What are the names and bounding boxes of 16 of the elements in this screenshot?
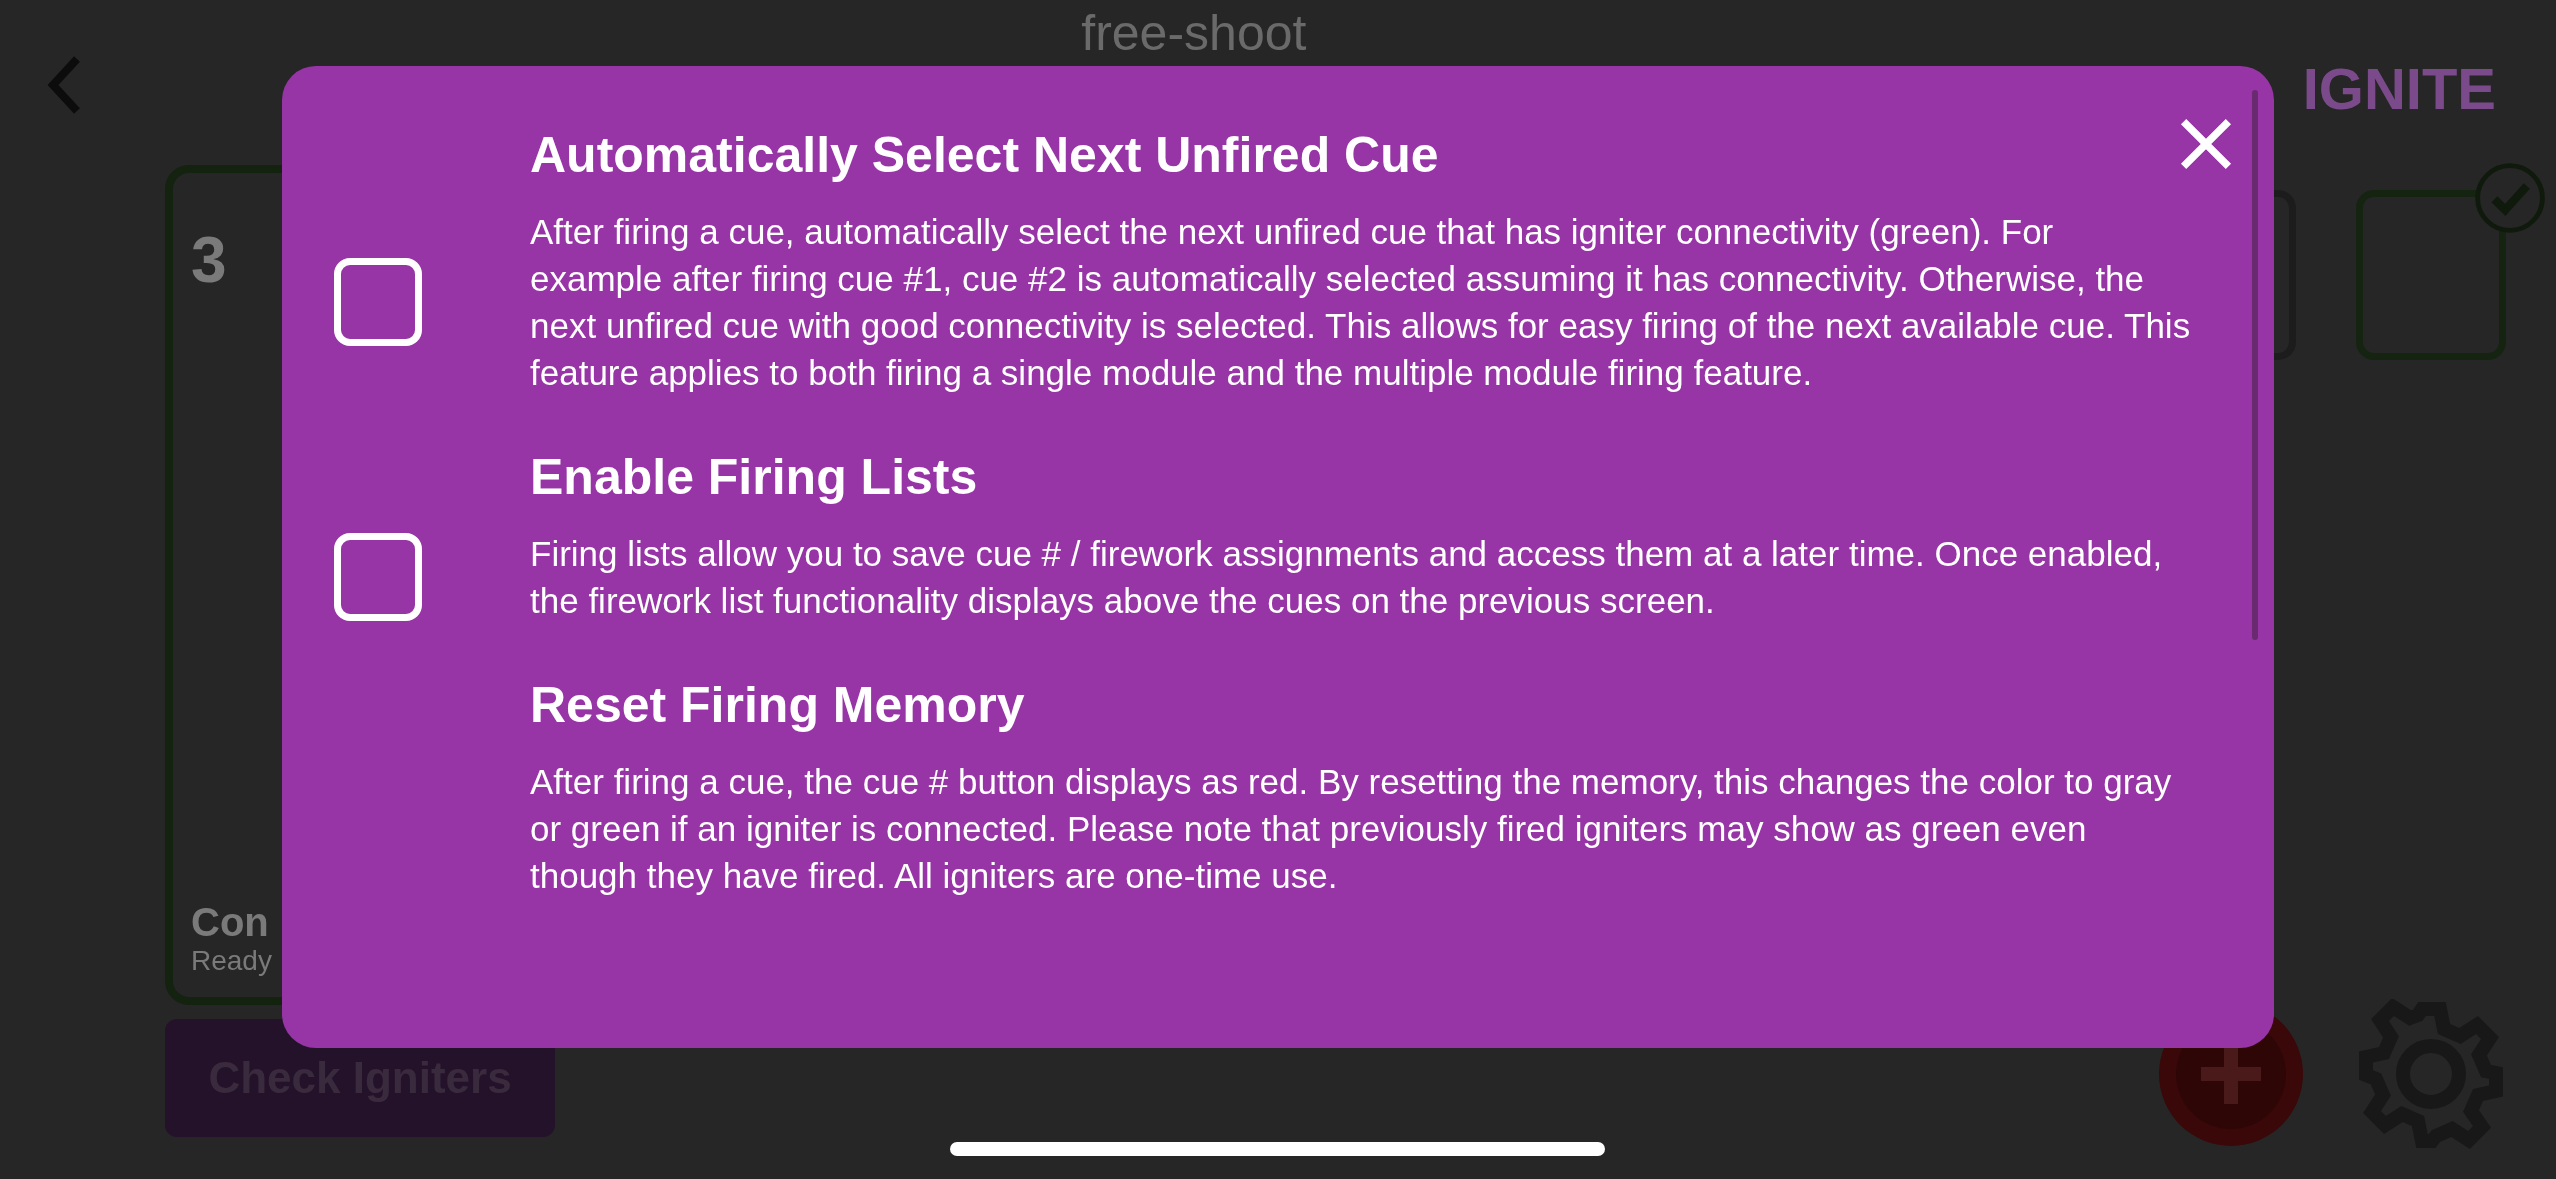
app-logo: free-shoot xyxy=(1080,5,1308,61)
module-substatus: Ready xyxy=(191,945,272,977)
option-description: After firing a cue, the cue # button displays as red. By resetting the memory, this changes the color to gray or green if an igniter is connected. Please note that previously fired igniters may show as green even though they have fired. All igniters are one-time use. xyxy=(530,761,2173,897)
option-title: Enable Firing Lists xyxy=(530,448,979,506)
module-status: Con xyxy=(191,900,269,945)
option-description: Firing lists allow you to save cue # / firework assignments and access them at a later time. Once enabled, the firework list functionality displays above the cues on the previous screen. xyxy=(530,533,2164,622)
option-title: Automatically Select Next Unfired Cue xyxy=(530,126,1440,184)
module-number: 3 xyxy=(191,223,227,297)
option-title: Reset Firing Memory xyxy=(530,676,1026,734)
check-badge-icon xyxy=(2474,162,2546,234)
close-icon[interactable] xyxy=(2178,116,2234,172)
option-description: After firing a cue, automatically select the next unfired cue that has igniter connectivity (green). For example after firing cue #1, cue #2 is automatically selected assuming it has connectivity. Otherwise, the next unfired cue with good connectivity is selected. This allows for easy firing of the next available cue. This feature applies to both firing a single module and the multiple module firing feature. xyxy=(530,211,2192,394)
option-checkbox[interactable] xyxy=(334,258,422,346)
scrollbar[interactable] xyxy=(2252,90,2258,640)
option-checkbox[interactable] xyxy=(334,533,422,621)
brand-logo: IGNITE xyxy=(2302,55,2496,122)
